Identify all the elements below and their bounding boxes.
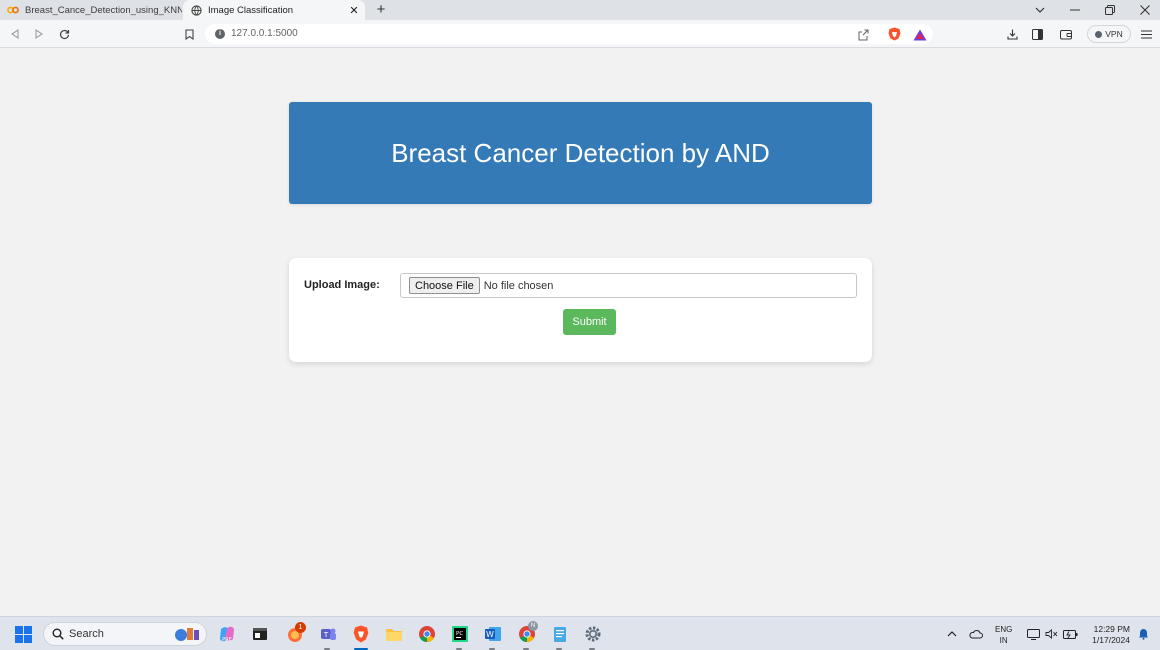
close-window-icon[interactable] — [1130, 0, 1160, 20]
svg-text:W: W — [486, 630, 494, 639]
teams-icon[interactable]: T — [318, 624, 338, 650]
search-label: Search — [69, 628, 104, 640]
profile-badge: N — [528, 621, 538, 631]
onedrive-cloud-icon[interactable] — [966, 624, 986, 644]
settings-gear-icon[interactable] — [583, 624, 603, 650]
pycharm-icon[interactable]: PC — [450, 624, 470, 650]
browser-tab-strip: Breast_Cance_Detection_using_KNN - Image… — [0, 0, 1160, 20]
firefox-icon[interactable]: 1 — [285, 622, 306, 644]
terminal-icon[interactable] — [250, 624, 270, 644]
file-explorer-icon[interactable] — [384, 624, 404, 644]
address-url[interactable]: 127.0.0.1:5000 — [231, 28, 298, 39]
choose-file-button[interactable]: Choose File — [409, 277, 480, 294]
copilot-icon[interactable]: PRE — [217, 624, 237, 644]
sidebar-icon[interactable] — [1029, 26, 1045, 42]
page-title: Breast Cancer Detection by AND — [391, 137, 770, 168]
brave-shields-icon[interactable] — [888, 27, 901, 46]
globe-icon — [190, 4, 202, 16]
clock-date: 1/17/2024 — [1092, 635, 1130, 645]
close-tab-icon[interactable]: ✕ — [347, 4, 361, 17]
language-code: ENG — [995, 625, 1013, 634]
share-icon[interactable] — [857, 28, 869, 46]
region-code: IN — [999, 636, 1008, 645]
file-status-text: No file chosen — [483, 279, 554, 292]
word-icon[interactable]: W — [483, 624, 503, 650]
submit-button[interactable]: Submit — [563, 309, 616, 335]
back-icon[interactable] — [7, 26, 23, 42]
search-icon — [52, 628, 64, 640]
brave-rewards-icon[interactable] — [913, 28, 927, 46]
windows-start-icon[interactable] — [15, 626, 32, 643]
menu-icon[interactable] — [1138, 26, 1154, 42]
display-icon[interactable] — [1023, 624, 1043, 644]
vpn-status-icon — [1095, 30, 1103, 38]
system-clock[interactable]: 12:29 PM 1/17/2024 — [1083, 624, 1130, 646]
reload-icon[interactable] — [56, 26, 72, 42]
search-highlight-icon — [175, 628, 199, 641]
minimize-icon[interactable] — [1060, 0, 1090, 20]
page-header-banner: Breast Cancer Detection by AND — [289, 102, 872, 204]
upload-image-label: Upload Image: — [304, 279, 380, 291]
language-indicator[interactable]: ENG IN — [995, 624, 1012, 646]
new-tab-button[interactable]: + — [372, 1, 390, 18]
bookmark-icon[interactable] — [181, 26, 197, 42]
show-hidden-icons-chevron-icon[interactable] — [942, 624, 962, 644]
clock-time: 12:29 PM — [1093, 624, 1130, 634]
taskbar-search[interactable]: Search — [43, 622, 207, 646]
chrome-icon[interactable] — [417, 624, 437, 644]
tab-colab[interactable]: Breast_Cance_Detection_using_KNN - — [0, 0, 182, 20]
tab-search-chevron-icon[interactable] — [1025, 0, 1055, 20]
chrome-profile-icon[interactable]: N — [517, 621, 538, 650]
browser-toolbar: i 127.0.0.1:5000 VPN — [0, 20, 1160, 48]
notification-bell-icon[interactable] — [1133, 624, 1153, 644]
file-input[interactable]: Choose File No file chosen — [400, 273, 857, 298]
forward-icon[interactable] — [31, 26, 47, 42]
vpn-label: VPN — [1105, 29, 1123, 39]
svg-text:PC: PC — [456, 631, 463, 637]
notification-badge: 1 — [295, 622, 306, 633]
tab-image-classification[interactable]: Image Classification ✕ — [183, 0, 365, 20]
wallet-icon[interactable] — [1058, 26, 1074, 42]
svg-text:PRE: PRE — [222, 637, 232, 643]
brave-browser-icon[interactable] — [351, 624, 371, 650]
restore-icon[interactable] — [1095, 0, 1125, 20]
tab-title: Image Classification — [208, 4, 294, 16]
page-viewport: Breast Cancer Detection by AND Upload Im… — [0, 49, 1160, 615]
battery-icon[interactable] — [1060, 624, 1080, 644]
tab-title: Breast_Cance_Detection_using_KNN - — [25, 4, 182, 16]
address-bar[interactable]: i 127.0.0.1:5000 — [205, 24, 933, 44]
site-info-icon[interactable]: i — [215, 29, 225, 39]
windows-taskbar: Search PRE 1 T PC W N ENG IN 12:29 PM 1/… — [0, 616, 1160, 650]
volume-muted-icon[interactable] — [1041, 624, 1061, 644]
upload-form: Upload Image: Choose File No file chosen… — [289, 258, 872, 362]
vpn-button[interactable]: VPN — [1087, 25, 1131, 43]
notepad-icon[interactable] — [550, 624, 570, 650]
colab-icon — [7, 4, 19, 16]
download-icon[interactable] — [1004, 26, 1020, 42]
svg-text:T: T — [323, 631, 329, 639]
